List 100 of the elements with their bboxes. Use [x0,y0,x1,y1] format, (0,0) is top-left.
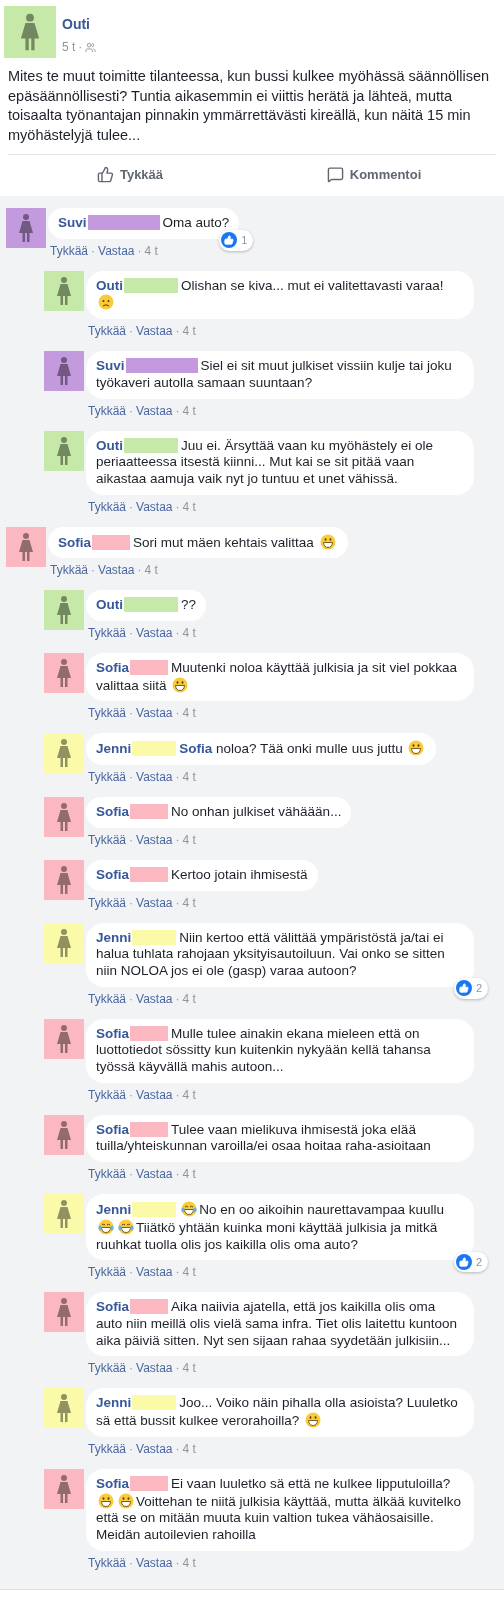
comment-text: Sofia Tulee vaan mielikuva ihmisestä joka elää tuilla/yhteiskunnan varoilla/ei osaa hoitaa raha-asioitaan [96,1121,432,1156]
separator-dot: · [129,1440,133,1457]
author-name[interactable]: Outi [96,437,123,453]
comment-text: Outi ?? [96,597,197,615]
like-link[interactable]: Tykkää [88,705,126,722]
comment-time: 4 t [144,242,158,259]
author-name[interactable]: Sofia [58,534,91,550]
separator-dot: · [175,831,180,848]
name-redaction-bar [132,929,177,945]
separator-dot: · [91,562,95,579]
separator-dot: · [129,831,133,848]
reply-link[interactable]: Vastaa [136,894,173,911]
comment-time: 4 t [182,1166,196,1183]
name-redaction-bar [124,437,178,453]
reply-link[interactable]: Vastaa [136,323,173,340]
author-name[interactable]: Jenni [96,741,132,757]
like-link[interactable]: Tykkää [88,323,126,340]
like-link[interactable]: Tykkää [88,1264,126,1281]
reply-link[interactable]: Vastaa [136,1086,173,1103]
author-name[interactable]: Jenni [96,1395,132,1411]
like-link[interactable]: Tykkää [88,1360,126,1377]
comment-button[interactable]: Kommentoi [252,155,496,194]
reaction-count[interactable]: 2 [453,1251,488,1273]
comment-text: Sofia Kertoo jotain ihmisestä [96,866,308,884]
reply-link[interactable]: Vastaa [136,625,173,642]
post-time: 5 t [62,39,76,56]
like-link[interactable]: Tykkää [50,562,88,579]
author-name[interactable]: Outi [96,277,123,293]
name-redaction-bar [130,1299,168,1315]
separator-dot: · [129,323,133,340]
author-name[interactable]: Sofia [96,1475,129,1491]
separator-dot: · [137,562,142,579]
like-link[interactable]: Tykkää [88,1166,126,1183]
reply-link[interactable]: Vastaa [136,402,173,419]
like-button[interactable]: Tykkää [8,155,252,194]
separator-dot: · [175,498,180,515]
grinning-face-icon [118,1492,134,1509]
separator-dot: · [175,402,180,419]
separator-dot: · [129,1264,133,1281]
author-name[interactable]: Sofia [96,1299,129,1315]
like-link[interactable]: Tykkää [88,894,126,911]
reply-link[interactable]: Vastaa [136,831,173,848]
like-icon [455,980,472,997]
author-name[interactable]: Jenni [96,929,132,945]
separator-dot: · [175,625,180,642]
like-link[interactable]: Tykkää [50,242,88,259]
author-name[interactable]: Suvi [96,358,125,374]
reply-link[interactable]: Vastaa [98,562,135,579]
speech-bubble-icon [326,166,344,183]
separator-dot: · [78,39,83,56]
reply-link[interactable]: Vastaa [136,1360,173,1377]
author-name[interactable]: Sofia [96,866,129,882]
separator-dot: · [175,705,180,722]
like-link[interactable]: Tykkää [88,402,126,419]
like-link[interactable]: Tykkää [88,769,126,786]
name-redaction-bar [92,534,130,550]
reaction-count[interactable]: 1 [219,230,254,251]
like-link[interactable]: Tykkää [88,498,126,515]
separator-dot: · [129,1360,133,1377]
name-redaction-bar [124,597,178,613]
reply-link[interactable]: Vastaa [136,705,173,722]
name-redaction-bar [132,741,177,757]
comment-time: 4 t [182,990,196,1007]
comment-text: Suvi Oma auto? [58,215,230,232]
reply-link[interactable]: Vastaa [136,498,173,515]
author-name[interactable]: Outi [62,14,97,35]
reply-link[interactable]: Vastaa [136,1166,173,1183]
author-name[interactable]: Sofia [96,804,129,820]
reply-link[interactable]: Vastaa [136,1264,173,1281]
separator-dot: · [129,705,133,722]
mention-link[interactable]: Sofia [179,741,217,757]
like-link[interactable]: Tykkää [88,831,126,848]
author-name[interactable]: Sofia [96,1025,129,1041]
like-link[interactable]: Tykkää [88,990,126,1007]
author-name[interactable]: Sofia [96,660,129,676]
like-link[interactable]: Tykkää [88,625,126,642]
author-name[interactable]: Suvi [58,215,87,230]
reaction-count[interactable]: 2 [453,978,488,999]
like-link[interactable]: Tykkää [88,1440,126,1457]
reply-link[interactable]: Vastaa [136,1440,173,1457]
name-redaction-bar [130,804,168,820]
comment-text: Outi Olishan se kiva... mut ei valitettavasti varaa! [96,277,464,313]
separator-dot: · [91,242,95,259]
author-name[interactable]: Jenni [96,1202,132,1218]
separator-dot: · [175,1440,180,1457]
separator-dot: · [175,1554,180,1571]
reply-link[interactable]: Vastaa [136,1554,173,1571]
reply-link[interactable]: Vastaa [98,242,135,259]
reply-link[interactable]: Vastaa [136,769,173,786]
author-name[interactable]: Outi [96,597,123,613]
author-name[interactable]: Sofia [96,1121,129,1137]
comment-text: Sofia Mulle tulee ainakin ekana mieleen että on luottotiedot sössitty kun kuitenkin nykyään kellä tahansa työssä käyvällä mahis autoon... [96,1025,432,1076]
separator-dot: · [175,1086,180,1103]
separator-dot: · [129,402,133,419]
comment-time: 4 t [182,1086,196,1103]
like-link[interactable]: Tykkää [88,1554,126,1571]
like-link[interactable]: Tykkää [88,1086,126,1103]
reply-link[interactable]: Vastaa [136,990,173,1007]
comment-time: 4 t [182,769,196,786]
comment-text: Jenni No en oo aikoihin naurettavampaa kuullu Tiiätkö yhtään kuinka moni käyttää julkisia ja mitkä ruuhkat tuolla olis jos kaikilla olis oma auto? [96,1201,445,1254]
